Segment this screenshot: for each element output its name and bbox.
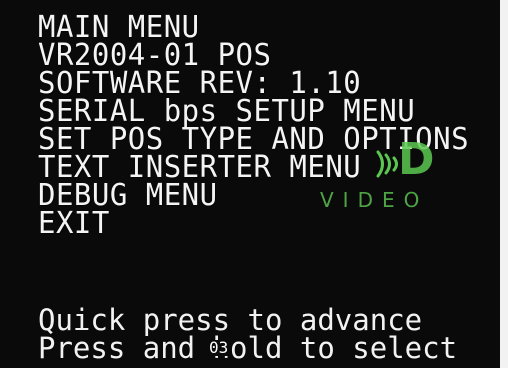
instruction-press-hold: Press and hold to select [38,331,458,365]
watermark-logo-text: VIDEO [320,188,429,212]
osd-screen: MAIN MENU VR2004-01 POS SOFTWARE REV: 1.… [0,0,500,368]
watermark-logo-letter: D [398,134,435,185]
right-border [500,0,508,368]
channel-number: 03 [208,338,230,357]
menu-item-exit[interactable]: EXIT [38,207,110,238]
signal-waves-icon [376,150,398,178]
